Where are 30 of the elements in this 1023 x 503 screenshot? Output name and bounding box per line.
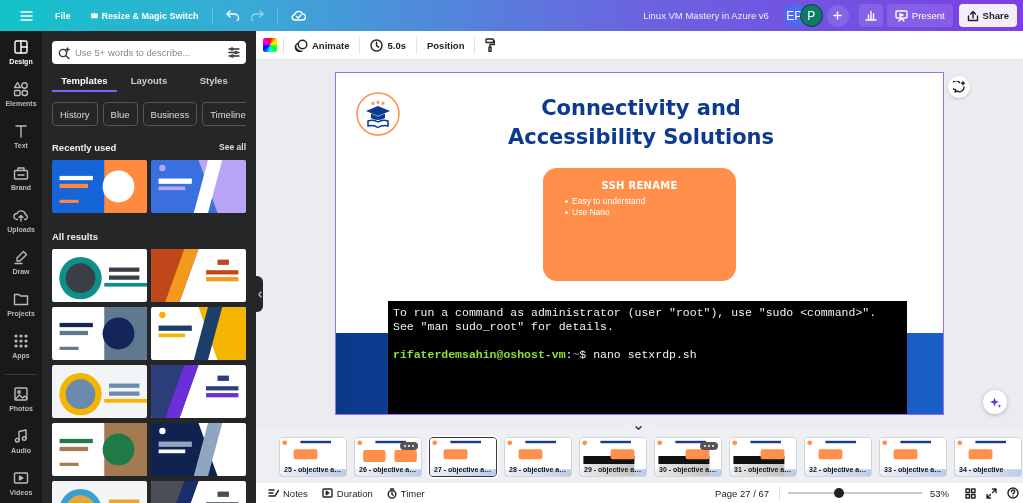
section-heading: All results bbox=[52, 230, 98, 242]
document-title[interactable]: Linux VM Mastery in Azure v6 bbox=[643, 10, 769, 21]
filter-chip[interactable]: Timeline bbox=[202, 102, 246, 126]
animate-button[interactable]: Animate bbox=[290, 35, 354, 55]
panel-tab[interactable]: Layouts bbox=[116, 70, 182, 92]
terminal-line: See "man sudo_root" for details. bbox=[393, 320, 615, 334]
see-all-link[interactable]: See all bbox=[219, 142, 246, 152]
bullet-item: Use Nano bbox=[572, 207, 610, 218]
panel-tab[interactable]: Styles bbox=[181, 70, 246, 92]
slide-title: Connectivity and Accessibility Solutions bbox=[506, 95, 776, 151]
filter-chip[interactable]: Blue bbox=[102, 102, 138, 126]
duration-button[interactable]: 5.0s bbox=[366, 35, 410, 55]
card-heading: SSH RENAME bbox=[600, 180, 679, 191]
section-heading: Recently used bbox=[52, 141, 117, 153]
bullet-item: Easy to understand bbox=[572, 196, 646, 207]
filter-chip[interactable]: Business bbox=[142, 102, 198, 126]
position-button[interactable]: Position bbox=[423, 36, 469, 54]
timer-button[interactable]: Timer bbox=[382, 485, 429, 501]
present-button[interactable]: Present bbox=[886, 4, 953, 27]
duration-button[interactable]: Duration bbox=[317, 485, 377, 501]
share-button[interactable]: Share bbox=[958, 4, 1017, 27]
page-indicator: Page 27 / 67 bbox=[715, 487, 769, 499]
zoom-reading: 53% bbox=[930, 487, 949, 499]
search-input[interactable]: Use 5+ words to describe... bbox=[75, 47, 223, 58]
panel-tab[interactable]: Templates bbox=[52, 70, 117, 92]
notes-button[interactable]: Notes bbox=[264, 485, 312, 501]
filter-chip[interactable]: History bbox=[52, 102, 98, 126]
terminal-prompt: rifaterdemsahin@oshost-vm:~$ nano setxrdp.sh bbox=[393, 348, 698, 362]
search-field[interactable]: Use 5+ words to describe... bbox=[52, 41, 246, 64]
terminal-line: To run a command as administrator (user "root"), use "sudo <command>". bbox=[393, 306, 878, 320]
